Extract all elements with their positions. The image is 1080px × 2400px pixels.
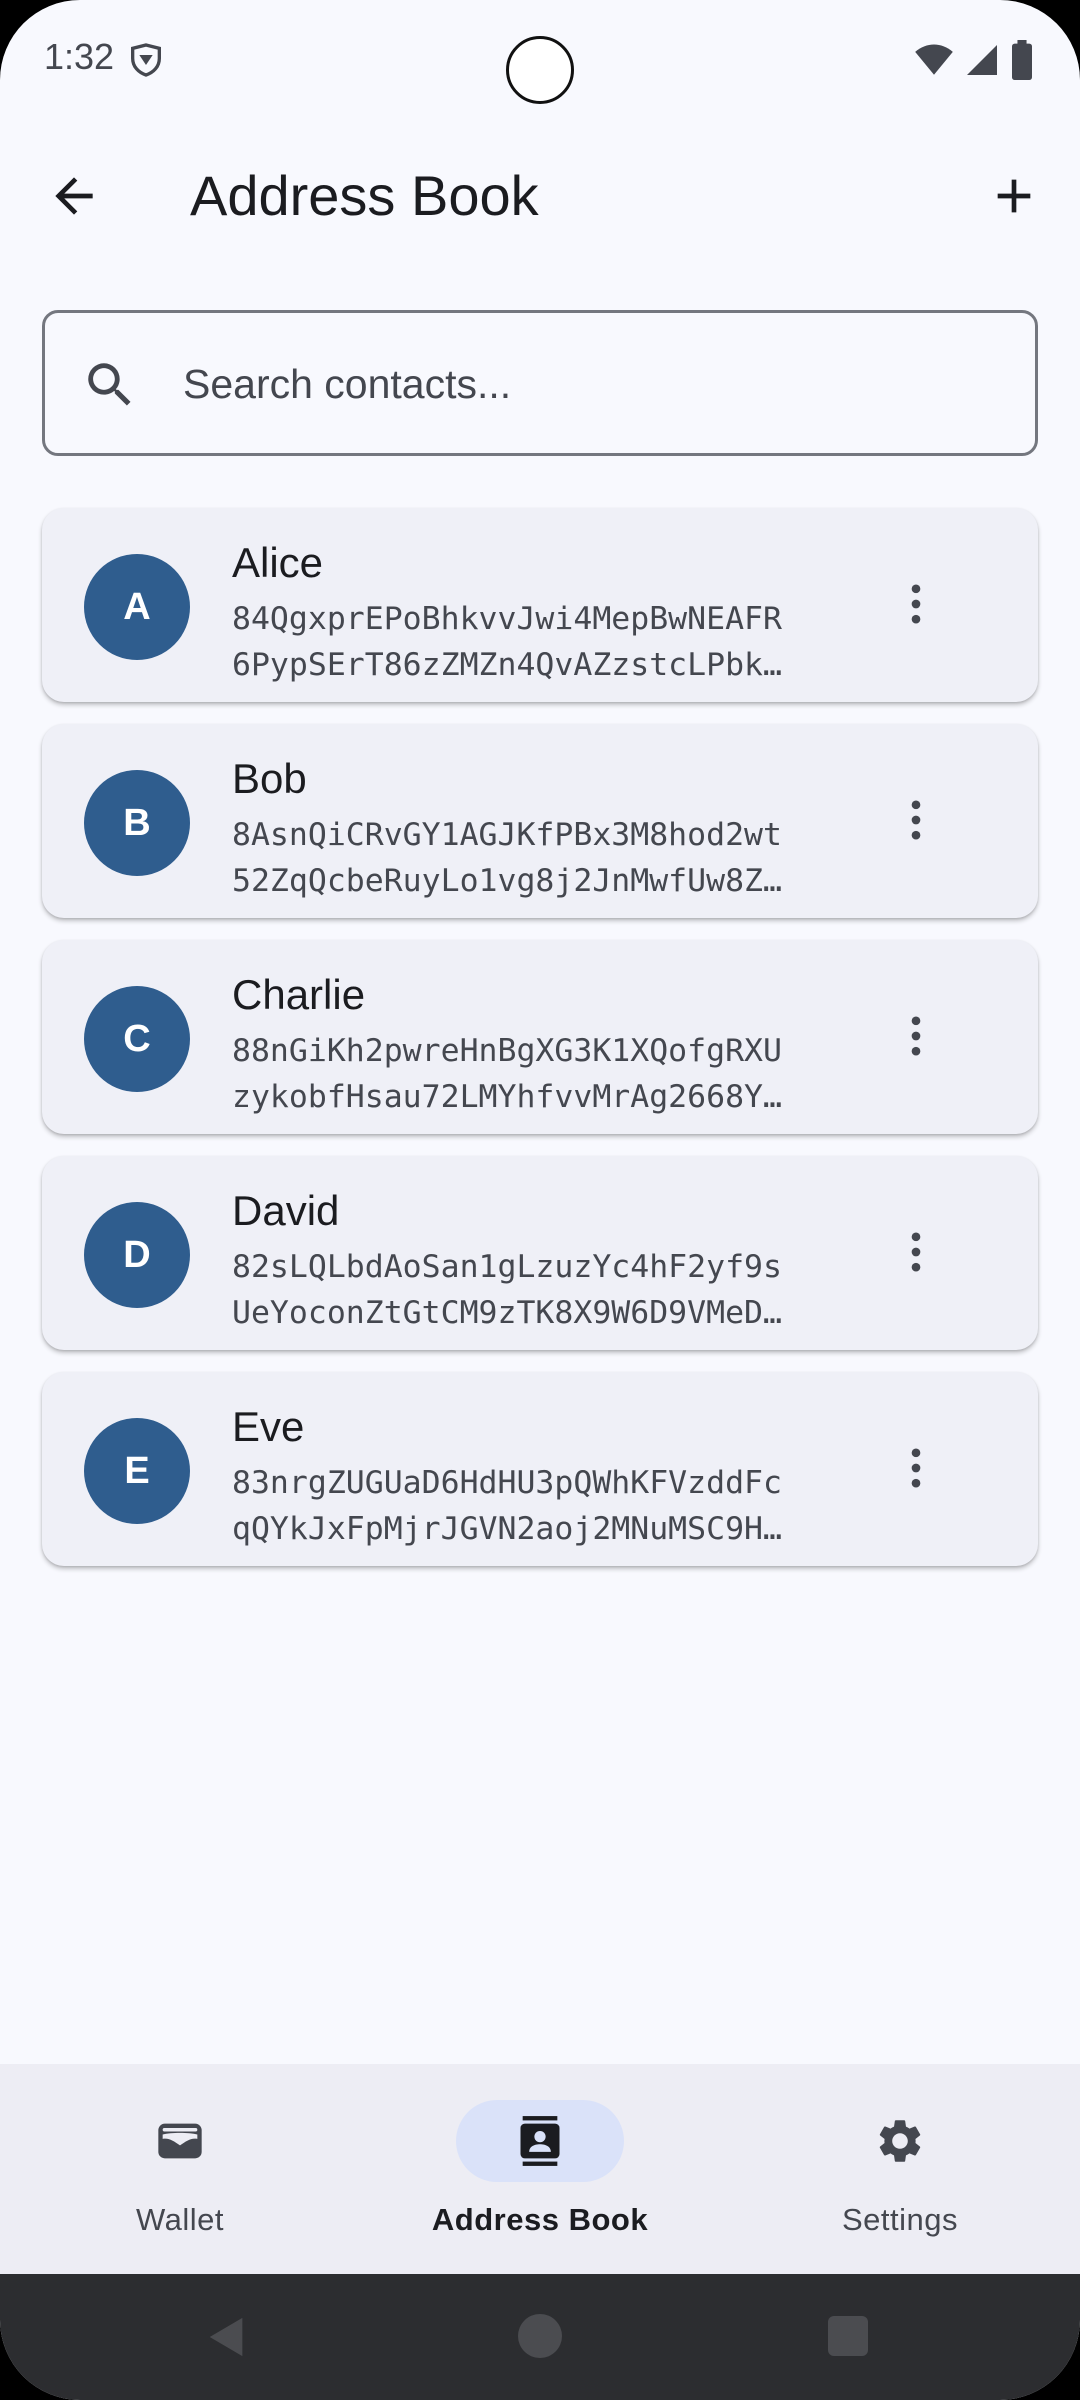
address-line-2: 52ZqQcbeRuyLo1vg8j2JnMwfUw8Z… [232, 863, 782, 899]
contact-address: 8AsnQiCRvGY1AGJKfPBx3M8hod2wt 52ZqQcbeRu… [232, 812, 794, 904]
more-options-button[interactable] [880, 1000, 952, 1072]
address-line-2: UeYoconZtGtCM9zTK8X9W6D9VMeD… [232, 1295, 782, 1331]
contact-card-alice[interactable]: A Alice 84QgxprEPoBhkvvJwi4MepBwNEAFR 6P… [42, 508, 1038, 702]
system-recents-icon[interactable] [828, 2316, 868, 2356]
more-vert-icon [911, 1448, 921, 1488]
nav-label: Settings [841, 2202, 958, 2237]
address-line-2: zykobfHsau72LMYhfvvMrAg2668Y… [232, 1079, 782, 1115]
status-icons [914, 40, 1034, 80]
more-vert-icon [911, 800, 921, 840]
avatar: D [84, 1202, 190, 1308]
more-options-button[interactable] [880, 784, 952, 856]
avatar: C [84, 986, 190, 1092]
search-icon [88, 363, 131, 406]
more-vert-icon [911, 1016, 921, 1056]
system-home-icon[interactable] [518, 2314, 562, 2358]
contact-name: Eve [232, 1403, 305, 1450]
system-back-icon[interactable] [204, 2314, 250, 2360]
contact-card-david[interactable]: D David 82sLQLbdAoSan1gLzuzYc4hF2yf9s Ue… [42, 1156, 1038, 1350]
more-vert-icon [911, 1232, 921, 1272]
vpn-shield-icon [131, 43, 161, 77]
nav-label: Wallet [136, 2202, 224, 2237]
battery-icon [1012, 40, 1032, 80]
contact-address: 83nrgZUGUaD6HdHU3pQWhKFVzddFc qQYkJxFpMj… [232, 1460, 794, 1552]
nav-item-settings[interactable]: Settings [720, 2064, 1080, 2274]
wallet-icon [158, 2123, 202, 2159]
contact-name: David [232, 1187, 340, 1234]
contact-card-charlie[interactable]: C Charlie 88nGiKh2pwreHnBgXG3K1XQofgRXU … [42, 940, 1038, 1134]
camera-cutout [506, 36, 574, 104]
nav-label: Address Book [431, 2202, 649, 2237]
contact-address: 88nGiKh2pwreHnBgXG3K1XQofgRXU zykobfHsau… [232, 1028, 794, 1120]
contacts-icon [520, 2116, 560, 2166]
phone-screen: 1:32 Address Book Search contacts... A A… [0, 0, 1080, 2400]
contact-card-bob[interactable]: B Bob 8AsnQiCRvGY1AGJKfPBx3M8hod2wt 52Zq… [42, 724, 1038, 918]
nav-item-wallet[interactable]: Wallet [0, 2064, 360, 2274]
gear-icon [879, 2120, 921, 2162]
contact-name: Charlie [232, 971, 366, 1018]
nav-item-address-book[interactable]: Address Book [360, 2064, 720, 2274]
app-bar: Address Book [0, 140, 1080, 250]
arrow-back-icon [55, 177, 93, 215]
search-input[interactable] [181, 341, 1001, 427]
more-vert-icon [911, 584, 921, 624]
address-line-1: 8AsnQiCRvGY1AGJKfPBx3M8hod2wt [232, 817, 782, 853]
wifi-icon [915, 44, 953, 75]
bottom-navigation: Wallet Address Book Settings [0, 2064, 1080, 2274]
contact-list: A Alice 84QgxprEPoBhkvvJwi4MepBwNEAFR 6P… [42, 508, 1038, 1588]
avatar: E [84, 1418, 190, 1524]
address-line-1: 83nrgZUGUaD6HdHU3pQWhKFVzddFc [232, 1465, 782, 1501]
status-bar: 1:32 [0, 0, 1080, 120]
add-contact-button[interactable] [978, 160, 1050, 232]
avatar: B [84, 770, 190, 876]
system-navigation-bar [0, 2274, 1080, 2400]
search-field[interactable] [42, 310, 1038, 456]
avatar: A [84, 554, 190, 660]
contact-name: Bob [232, 755, 307, 802]
cell-signal-icon [967, 45, 997, 75]
address-line-1: 84QgxprEPoBhkvvJwi4MepBwNEAFR [232, 601, 782, 637]
address-line-2: 6PypSErT86zZMZn4QvAZzstcLPbk… [232, 647, 782, 683]
page-title: Address Book [190, 164, 539, 227]
status-time: 1:32 [44, 36, 115, 77]
add-icon [997, 179, 1031, 213]
contact-name: Alice [232, 539, 324, 586]
contact-address: 82sLQLbdAoSan1gLzuzYc4hF2yf9s UeYoconZtG… [232, 1244, 794, 1336]
more-options-button[interactable] [880, 1216, 952, 1288]
address-line-2: qQYkJxFpMjrJGVN2aoj2MNuMSC9H… [232, 1511, 782, 1547]
address-line-1: 88nGiKh2pwreHnBgXG3K1XQofgRXU [232, 1033, 782, 1069]
address-line-1: 82sLQLbdAoSan1gLzuzYc4hF2yf9s [232, 1249, 782, 1285]
contact-address: 84QgxprEPoBhkvvJwi4MepBwNEAFR 6PypSErT86… [232, 596, 794, 688]
more-options-button[interactable] [880, 1432, 952, 1504]
contact-card-eve[interactable]: E Eve 83nrgZUGUaD6HdHU3pQWhKFVzddFc qQYk… [42, 1372, 1038, 1566]
back-button[interactable] [38, 160, 110, 232]
more-options-button[interactable] [880, 568, 952, 640]
